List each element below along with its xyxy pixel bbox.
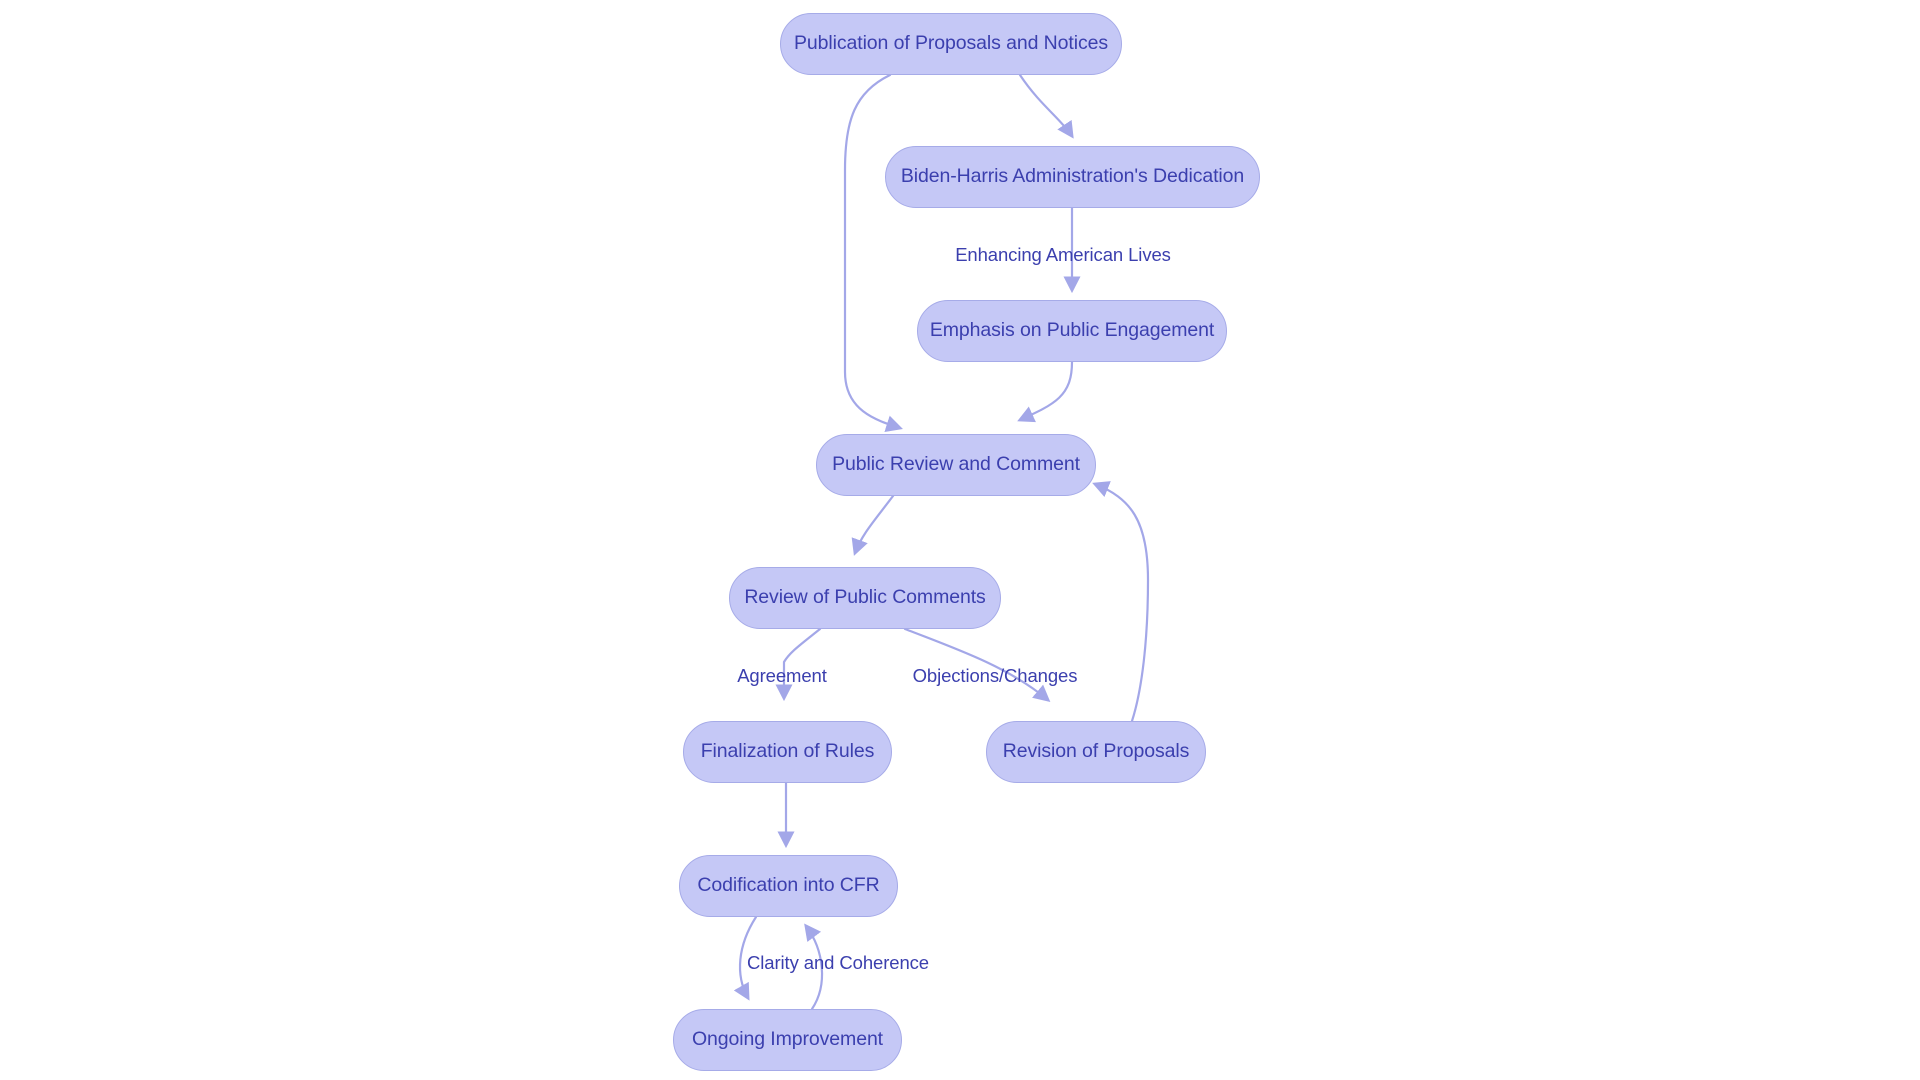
node-codification-label: Codification into CFR <box>697 874 880 897</box>
node-revision-label: Revision of Proposals <box>1002 740 1190 763</box>
edge-label-agreement: Agreement <box>737 664 827 686</box>
node-revision[interactable]: Revision of Proposals <box>986 721 1206 783</box>
node-codification[interactable]: Codification into CFR <box>679 855 898 917</box>
node-publication-label: Publication of Proposals and Notices <box>794 32 1108 55</box>
edge-label-enhancing-american-lives: Enhancing American Lives <box>955 243 1171 265</box>
node-emphasis[interactable]: Emphasis on Public Engagement <box>917 300 1227 362</box>
edge-publication-review <box>843 73 903 433</box>
edge-comments-finalization <box>775 627 822 702</box>
node-review-comments[interactable]: Review of Public Comments <box>729 567 1001 629</box>
node-dedication-label: Biden-Harris Administration's Dedication <box>900 165 1245 188</box>
edge-label-objections-changes: Objections/Changes <box>912 664 1078 686</box>
node-publication[interactable]: Publication of Proposals and Notices <box>780 13 1122 75</box>
edge-revision-review <box>1092 481 1150 723</box>
node-ongoing-improvement-label: Ongoing Improvement <box>691 1028 884 1051</box>
node-review-comments-label: Review of Public Comments <box>744 586 986 609</box>
node-emphasis-label: Emphasis on Public Engagement <box>929 319 1215 342</box>
node-ongoing-improvement[interactable]: Ongoing Improvement <box>673 1009 902 1071</box>
edge-emphasis-review <box>1017 360 1074 423</box>
node-public-review-label: Public Review and Comment <box>832 453 1080 476</box>
edge-publication-dedication <box>1018 73 1074 139</box>
flowchart-canvas: Publication of Proposals and Notices Bid… <box>0 0 1920 1080</box>
node-dedication[interactable]: Biden-Harris Administration's Dedication <box>885 146 1260 208</box>
node-finalization-label: Finalization of Rules <box>700 740 875 763</box>
edge-label-clarity-and-coherence: Clarity and Coherence <box>747 951 929 973</box>
edge-review-comments <box>851 494 895 556</box>
node-finalization[interactable]: Finalization of Rules <box>683 721 892 783</box>
node-public-review[interactable]: Public Review and Comment <box>816 434 1096 496</box>
